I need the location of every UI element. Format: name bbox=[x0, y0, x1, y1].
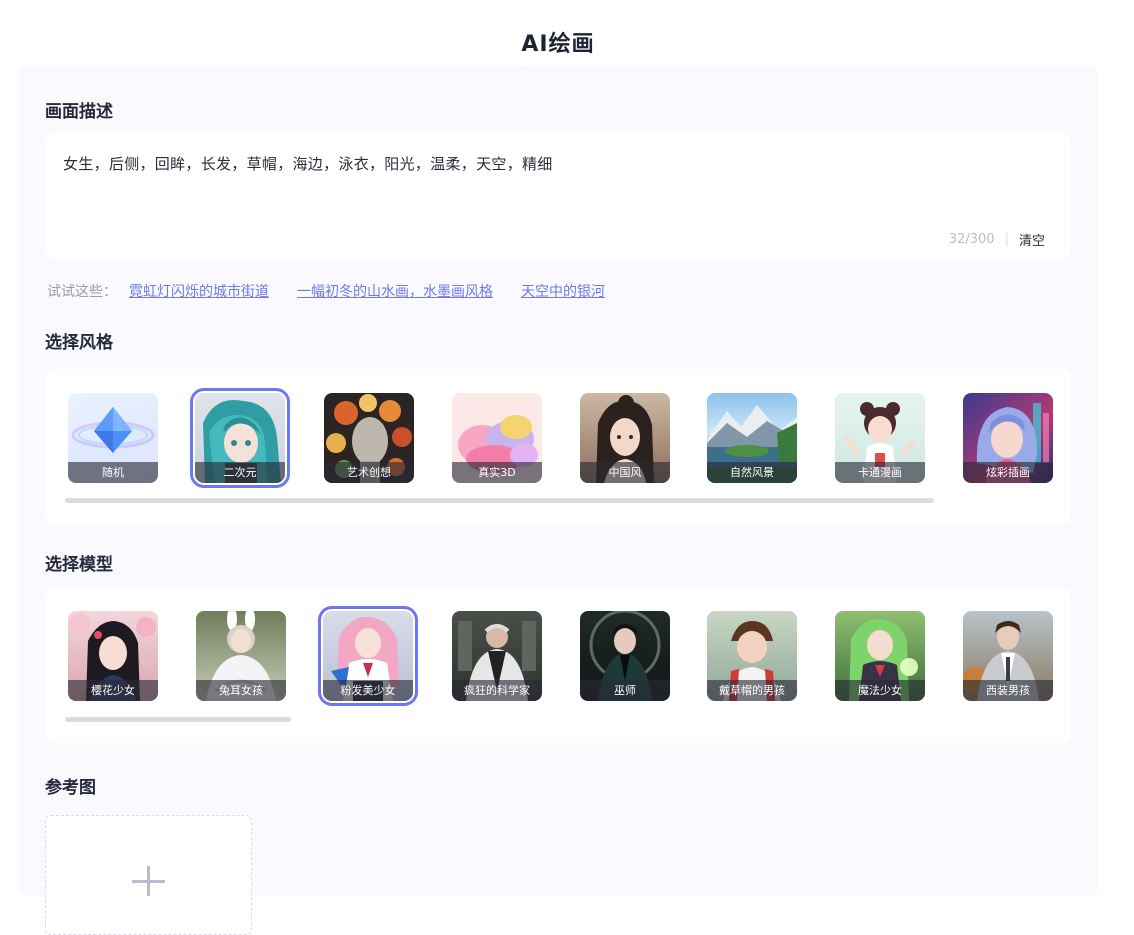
description-textarea[interactable]: 女生，后侧，回眸，长发，草帽，海边，泳衣，阳光，温柔，天空，精细 32/300 … bbox=[45, 133, 1071, 259]
style-option-landscape[interactable]: 自然风景 bbox=[707, 393, 797, 483]
char-count: 32/300 bbox=[948, 232, 995, 247]
meta-divider: | bbox=[1004, 232, 1009, 247]
style-section-title: 选择风格 bbox=[45, 333, 113, 353]
style-label: 卡通漫画 bbox=[835, 462, 925, 483]
style-label: 中国风 bbox=[580, 462, 670, 483]
model-label: 樱花少女 bbox=[68, 680, 158, 701]
model-option-sakura-girl[interactable]: 樱花少女 bbox=[68, 611, 158, 701]
suggestion-link[interactable]: 一幅初冬的山水画，水墨画风格 bbox=[297, 281, 493, 301]
model-option-bunny-girl[interactable]: 兔耳女孩 bbox=[196, 611, 286, 701]
page-title: AI绘画 bbox=[521, 32, 595, 57]
model-label: 巫师 bbox=[580, 680, 670, 701]
model-label: 兔耳女孩 bbox=[196, 680, 286, 701]
model-option-mad-scientist[interactable]: 疯狂的科学家 bbox=[452, 611, 542, 701]
suggestion-link[interactable]: 霓虹灯闪烁的城市街道 bbox=[129, 281, 269, 301]
style-option-art[interactable]: 艺术创想 bbox=[324, 393, 414, 483]
description-text[interactable]: 女生，后侧，回眸，长发，草帽，海边，泳衣，阳光，温柔，天空，精细 bbox=[63, 153, 553, 174]
description-meta: 32/300 | 清空 bbox=[949, 230, 1045, 249]
model-label: 疯狂的科学家 bbox=[452, 680, 542, 701]
reference-section-title: 参考图 bbox=[45, 778, 96, 798]
style-option-anime[interactable]: 二次元 bbox=[190, 388, 290, 488]
style-option-random[interactable]: 随机 bbox=[68, 393, 158, 483]
clear-button[interactable]: 清空 bbox=[1019, 230, 1045, 249]
model-option-magic-girl[interactable]: 魔法少女 bbox=[835, 611, 925, 701]
style-label: 真实3D bbox=[452, 462, 542, 483]
plus-icon bbox=[132, 880, 165, 883]
style-scrollbar[interactable] bbox=[65, 498, 934, 503]
model-label: 粉发美少女 bbox=[323, 680, 413, 701]
model-label: 魔法少女 bbox=[835, 680, 925, 701]
model-label: 西装男孩 bbox=[963, 680, 1053, 701]
description-section-title: 画面描述 bbox=[45, 102, 113, 122]
style-option-chinese[interactable]: 中国风 bbox=[580, 393, 670, 483]
suggestion-link[interactable]: 天空中的银河 bbox=[521, 281, 605, 301]
suggestions-label: 试试这些： bbox=[47, 284, 117, 300]
style-label: 炫彩插画 bbox=[963, 462, 1053, 483]
prompt-suggestions: 试试这些： 霓虹灯闪烁的城市街道 一幅初冬的山水画，水墨画风格 天空中的银河 bbox=[47, 281, 605, 301]
model-label: 戴草帽的男孩 bbox=[707, 680, 797, 701]
style-label: 随机 bbox=[68, 462, 158, 483]
model-option-pink-hair-girl[interactable]: 粉发美少女 bbox=[318, 606, 418, 706]
style-label: 自然风景 bbox=[707, 462, 797, 483]
style-option-colorful[interactable]: 炫彩插画 bbox=[963, 393, 1053, 483]
reference-upload-button[interactable] bbox=[45, 815, 252, 935]
style-label: 艺术创想 bbox=[324, 462, 414, 483]
style-option-3d[interactable]: 真实3D bbox=[452, 393, 542, 483]
model-picker: 樱花少女 兔耳女孩 粉发美少女 疯狂的科学家 巫师 戴草帽的男孩 魔法少女 西装… bbox=[45, 588, 1071, 743]
model-section-title: 选择模型 bbox=[45, 555, 113, 575]
model-option-wizard[interactable]: 巫师 bbox=[580, 611, 670, 701]
model-scrollbar[interactable] bbox=[65, 717, 291, 722]
model-option-straw-hat-boy[interactable]: 戴草帽的男孩 bbox=[707, 611, 797, 701]
style-picker: 随机 二次元 艺术创想 真实3D 中国风 自然风景 卡通漫画 炫彩插画 bbox=[45, 369, 1071, 524]
model-option-suit-boy[interactable]: 西装男孩 bbox=[963, 611, 1053, 701]
style-label: 二次元 bbox=[195, 462, 285, 483]
style-option-cartoon[interactable]: 卡通漫画 bbox=[835, 393, 925, 483]
